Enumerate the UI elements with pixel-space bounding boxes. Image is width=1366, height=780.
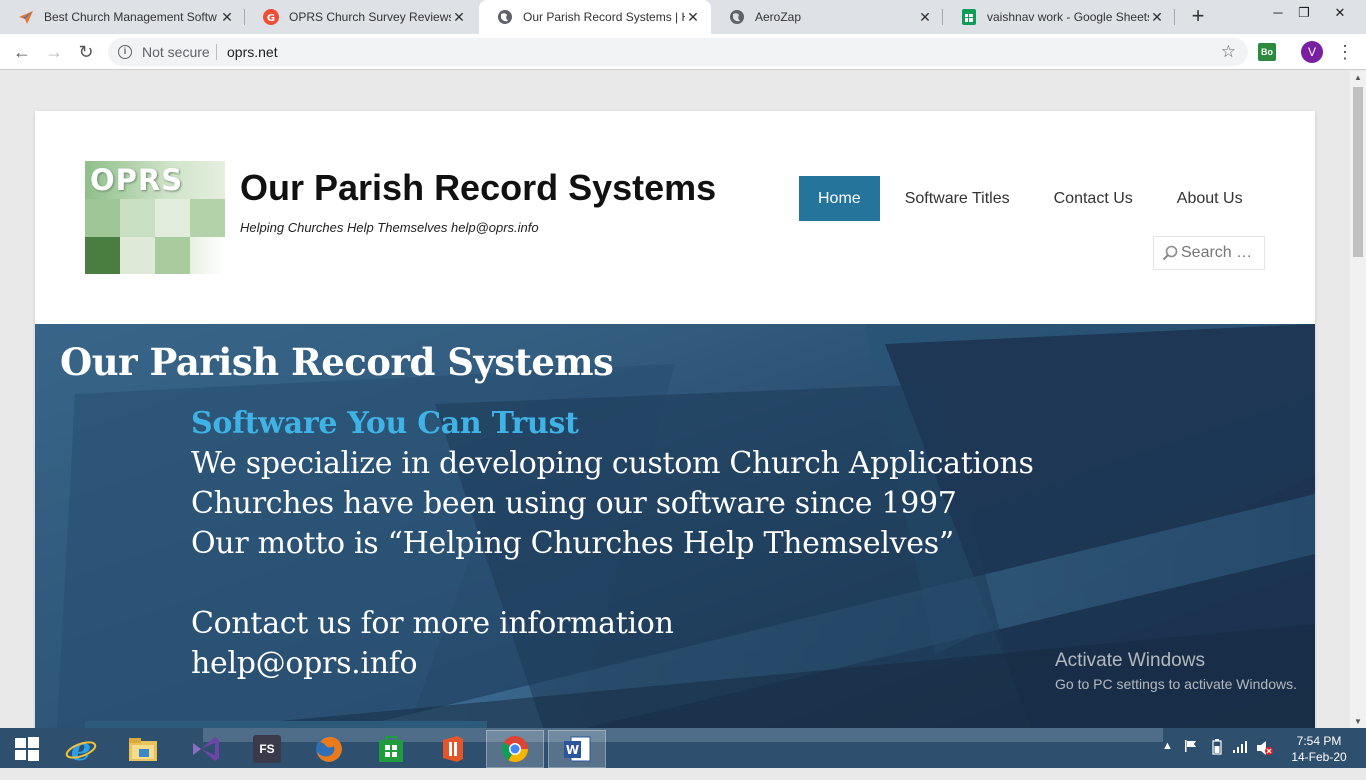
- back-arrow-icon[interactable]: ←: [10, 40, 34, 64]
- browser-tab[interactable]: Best Church Management Softw ✕: [0, 0, 245, 34]
- page-scrollbar[interactable]: ▲ ▼: [1350, 71, 1366, 728]
- svg-text:G: G: [267, 13, 275, 24]
- globe-icon: [729, 9, 745, 25]
- hero-line: Our motto is “Helping Churches Help Them…: [191, 526, 954, 561]
- tab-title: vaishnav work - Google Sheets: [987, 10, 1149, 24]
- fs-app-icon[interactable]: FS: [240, 730, 294, 768]
- menu-kebab-icon[interactable]: ⋮: [1336, 40, 1354, 64]
- site-title[interactable]: Our Parish Record Systems: [240, 167, 716, 209]
- scroll-up-icon[interactable]: ▲: [1354, 73, 1362, 82]
- window-close-icon[interactable]: ✕: [1320, 0, 1360, 30]
- close-tab-icon[interactable]: ✕: [451, 9, 467, 26]
- tab-title: AeroZap: [755, 10, 802, 24]
- address-bar[interactable]: i Not secure oprs.net ☆: [108, 38, 1248, 66]
- close-tab-icon[interactable]: ✕: [1149, 9, 1165, 26]
- show-hidden-icons[interactable]: ▲: [1162, 740, 1173, 780]
- browser-tab[interactable]: AeroZap ✕: [711, 0, 943, 34]
- visual-studio-icon[interactable]: [178, 730, 232, 768]
- close-tab-icon[interactable]: ✕: [917, 9, 933, 26]
- omnibox-divider: [216, 44, 217, 60]
- close-tab-icon[interactable]: ✕: [685, 9, 701, 26]
- scrollbar-thumb[interactable]: [1353, 87, 1363, 257]
- restore-icon[interactable]: ❐: [1284, 0, 1324, 30]
- network-signal-icon[interactable]: [1232, 740, 1248, 780]
- clock-date: 14-Feb-20: [1291, 750, 1347, 764]
- start-button[interactable]: [0, 730, 54, 768]
- internet-explorer-icon[interactable]: e: [54, 730, 108, 768]
- word-taskbar-icon[interactable]: W: [548, 730, 606, 768]
- new-tab-button[interactable]: +: [1186, 5, 1210, 29]
- url-text[interactable]: oprs.net: [227, 44, 278, 60]
- site-tagline: Helping Churches Help Themselves help@op…: [240, 220, 539, 235]
- search-icon: [1162, 245, 1178, 261]
- google-sheets-icon: [961, 9, 977, 25]
- hero-line: Churches have been using our software si…: [191, 486, 957, 521]
- activate-windows-watermark: Activate Windows Go to PC settings to ac…: [1055, 650, 1297, 692]
- hero-text-block: Software You Can Trust We specialize in …: [191, 404, 1034, 684]
- info-icon[interactable]: i: [118, 45, 132, 59]
- hero-line: We specialize in developing custom Churc…: [191, 446, 1034, 481]
- watermark-subtitle: Go to PC settings to activate Windows.: [1055, 676, 1297, 692]
- nav-contact-us[interactable]: Contact Us: [1035, 176, 1152, 221]
- watermark-title: Activate Windows: [1055, 650, 1205, 671]
- tab-title: Our Parish Record Systems | Hel: [523, 10, 685, 24]
- nav-about-us[interactable]: About Us: [1158, 176, 1262, 221]
- browser-tab[interactable]: vaishnav work - Google Sheets ✕: [943, 0, 1175, 34]
- browser-toolbar: ← → ↻ i Not secure oprs.net ☆: [0, 34, 1366, 70]
- bookmark-star-icon[interactable]: ☆: [1221, 42, 1236, 62]
- forward-arrow-icon[interactable]: →: [42, 40, 66, 64]
- office-app-icon[interactable]: [426, 730, 480, 768]
- volume-muted-icon[interactable]: [1256, 740, 1274, 780]
- close-tab-icon[interactable]: ✕: [219, 9, 235, 26]
- nav-software-titles[interactable]: Software Titles: [886, 176, 1029, 221]
- search-input[interactable]: [1181, 243, 1261, 263]
- svg-text:e: e: [71, 733, 91, 765]
- reload-icon[interactable]: ↻: [74, 40, 98, 64]
- system-clock[interactable]: 7:54 PM 14-Feb-20: [1288, 733, 1350, 765]
- page-viewport: OPRS Our Parish Record Systems Helping C…: [0, 71, 1350, 728]
- logo-text: OPRS: [90, 163, 184, 197]
- browser-tab-active[interactable]: Our Parish Record Systems | Hel ✕: [479, 0, 711, 34]
- g2-icon: G: [263, 9, 279, 25]
- hero-bottom-strip: [85, 721, 487, 728]
- windows-taskbar: e FS W ▲ 7:54 PM 14-Feb-20: [0, 728, 1366, 768]
- scroll-down-icon[interactable]: ▼: [1354, 717, 1362, 726]
- file-explorer-icon[interactable]: [116, 730, 170, 768]
- globe-icon: [497, 9, 513, 25]
- tab-title: Best Church Management Softw: [44, 10, 217, 24]
- paper-plane-icon: [18, 9, 34, 25]
- extension-icon[interactable]: Bo: [1258, 43, 1276, 61]
- main-navigation: Home Software Titles Contact Us About Us: [799, 176, 1262, 221]
- oprs-logo[interactable]: OPRS: [85, 161, 225, 274]
- hero-email: help@oprs.info: [191, 646, 418, 681]
- tab-separator: [1174, 9, 1175, 25]
- profile-avatar[interactable]: V: [1301, 41, 1323, 63]
- browser-tab[interactable]: G OPRS Church Survey Reviews 20 ✕: [245, 0, 477, 34]
- svg-text:W: W: [566, 743, 579, 757]
- windows-logo-icon: [15, 737, 39, 761]
- action-center-flag-icon[interactable]: [1184, 739, 1198, 779]
- nav-home[interactable]: Home: [799, 176, 880, 221]
- hero-heading: Our Parish Record Systems: [60, 340, 614, 384]
- windows-store-icon[interactable]: [364, 730, 418, 768]
- chrome-taskbar-icon[interactable]: [486, 730, 544, 768]
- tab-title: OPRS Church Survey Reviews 20: [289, 10, 451, 24]
- firefox-icon[interactable]: [302, 730, 356, 768]
- search-box[interactable]: [1153, 236, 1265, 270]
- hero-line: Contact us for more information: [191, 606, 674, 641]
- tab-strip: Best Church Management Softw ✕ G OPRS Ch…: [0, 0, 1366, 34]
- security-label: Not secure: [142, 44, 210, 60]
- clock-time: 7:54 PM: [1296, 734, 1342, 748]
- battery-icon[interactable]: [1212, 739, 1222, 779]
- site-container: OPRS Our Parish Record Systems Helping C…: [35, 111, 1315, 728]
- hero-highlight: Software You Can Trust: [191, 406, 579, 441]
